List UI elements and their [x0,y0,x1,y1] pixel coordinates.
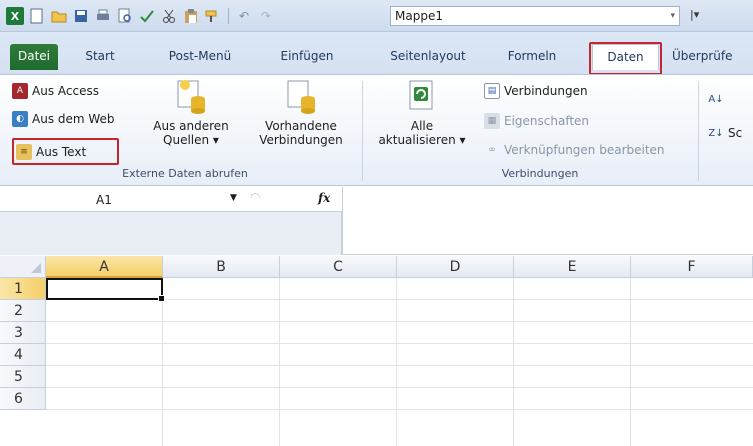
refresh-all-icon [407,79,437,115]
cancel-entry-icon[interactable]: ◠ [250,190,260,204]
verknuepfungen-label: Verknüpfungen bearbeiten [504,143,665,157]
aus-dem-web-button[interactable]: ◐ Aus dem Web [12,109,115,129]
spreadsheet-grid[interactable]: A B C D E F 1 2 3 4 5 6 [0,256,753,446]
row-header-6[interactable]: 6 [0,388,46,410]
chevron-down-icon[interactable]: ▾ [670,7,675,25]
verbindungen-button[interactable]: ▤ Verbindungen [484,81,588,101]
eigenschaften-button[interactable]: ▦ Eigenschaften [484,111,589,131]
row-header-3[interactable]: 3 [0,322,46,344]
sort-ascending-button[interactable]: A↓ [708,89,724,109]
redo-icon[interactable]: ↷ [257,7,275,25]
row-header-2[interactable]: 2 [0,300,46,322]
row-header-5[interactable]: 5 [0,366,46,388]
open-folder-icon[interactable] [50,7,68,25]
grid-line [162,278,163,446]
grid-line [279,278,280,446]
web-icon: ◐ [12,111,28,127]
tab-start[interactable]: Start [74,44,126,70]
format-painter-icon[interactable] [204,7,222,25]
vorhandene-line1: Vorhandene [265,119,337,133]
sort-descending-button[interactable]: Z↓ Sc [708,123,742,143]
aus-access-label: Aus Access [32,84,99,98]
tab-post-menu[interactable]: Post-Menü [160,44,240,70]
excel-logo-icon[interactable]: X [6,7,24,25]
print-icon[interactable] [94,7,112,25]
formula-divider [342,187,343,255]
verknuepfungen-bearbeiten-button[interactable]: ∞ Verknüpfungen bearbeiten [484,140,665,160]
existing-connections-icon [286,79,316,115]
tab-seitenlayout[interactable]: Seitenlayout [380,44,476,70]
grid-line [46,387,753,388]
column-header-a[interactable]: A [46,256,163,278]
tab-ueberpruefen[interactable]: Überprüfe [672,44,753,70]
vorhandene-line2: Verbindungen [259,133,343,147]
column-header-c[interactable]: C [280,256,397,278]
aus-anderen-quellen-button[interactable]: Aus anderen Quellen ▾ [144,79,238,147]
title-bar: X ↶ ↷ Mappe1 ▾ |▾ [0,0,753,32]
aus-anderen-line1: Aus anderen [153,119,229,133]
insert-function-icon[interactable]: fx [318,191,330,205]
vorhandene-verbindungen-button[interactable]: Vorhandene Verbindungen [248,79,354,147]
formula-bar: A1 ▼ ◠ fx [0,187,753,255]
grid-line [630,278,631,446]
grid-line [46,365,753,366]
group-separator [362,81,363,181]
ribbon-daten: A Aus Access ◐ Aus dem Web ≡ Aus Text Au… [0,74,753,186]
cut-icon[interactable] [160,7,178,25]
name-box-value: A1 [96,193,112,207]
paste-icon[interactable] [182,7,200,25]
column-header-e[interactable]: E [514,256,631,278]
quick-access-toolbar: X ↶ ↷ [6,6,275,26]
highlight-aus-text [12,138,119,165]
group-label-externe-daten: Externe Daten abrufen [122,167,248,180]
column-header-b[interactable]: B [163,256,280,278]
save-icon[interactable] [72,7,90,25]
verbindungen-label: Verbindungen [504,84,588,98]
customize-toolbar-icon[interactable]: |▾ [690,8,699,21]
new-document-icon[interactable] [28,7,46,25]
database-sources-icon [176,79,206,115]
grid-line [46,321,753,322]
undo-icon[interactable]: ↶ [235,7,253,25]
eigenschaften-label: Eigenschaften [504,114,590,128]
aus-anderen-line2: Quellen ▾ [163,133,219,147]
aus-dem-web-label: Aus dem Web [32,112,115,126]
tab-einfuegen[interactable]: Einfügen [272,44,342,70]
name-box-area [0,211,342,255]
tab-datei[interactable]: Datei [10,44,58,70]
highlight-daten-tab [589,42,662,75]
select-all-corner[interactable] [0,256,46,278]
group-separator [698,81,699,181]
sort-az-icon: A↓ [708,93,724,105]
column-header-d[interactable]: D [397,256,514,278]
group-label-verbindungen: Verbindungen [501,167,579,180]
document-name-box[interactable]: Mappe1 ▾ [390,6,680,26]
active-cell-a1[interactable] [46,278,165,302]
grid-line [46,343,753,344]
row-header-1[interactable]: 1 [0,278,46,300]
access-icon: A [12,83,28,99]
grid-line [46,409,753,410]
sort-za-icon: Z↓ [708,127,724,139]
column-header-f[interactable]: F [631,256,753,278]
sort-label: Sc [728,126,743,140]
formula-input[interactable] [350,193,745,249]
connections-icon: ▤ [484,83,500,99]
edit-links-icon: ∞ [488,145,496,155]
row-header-4[interactable]: 4 [0,344,46,366]
spelling-icon[interactable] [138,7,156,25]
chevron-down-icon[interactable]: ▼ [230,193,237,203]
aus-access-button[interactable]: A Aus Access [12,81,99,101]
print-preview-icon[interactable] [116,7,134,25]
grid-line [396,278,397,446]
alle-line2: aktualisieren ▾ [378,133,466,147]
grid-line [513,278,514,446]
properties-icon: ▦ [484,113,500,129]
alle-aktualisieren-button[interactable]: Alle aktualisieren ▾ [368,79,476,147]
document-name: Mappe1 [395,9,443,23]
tab-formeln[interactable]: Formeln [500,44,564,70]
alle-line1: Alle [410,119,434,133]
name-box[interactable]: A1 ▼ [6,193,238,209]
toolbar-separator [228,8,229,24]
